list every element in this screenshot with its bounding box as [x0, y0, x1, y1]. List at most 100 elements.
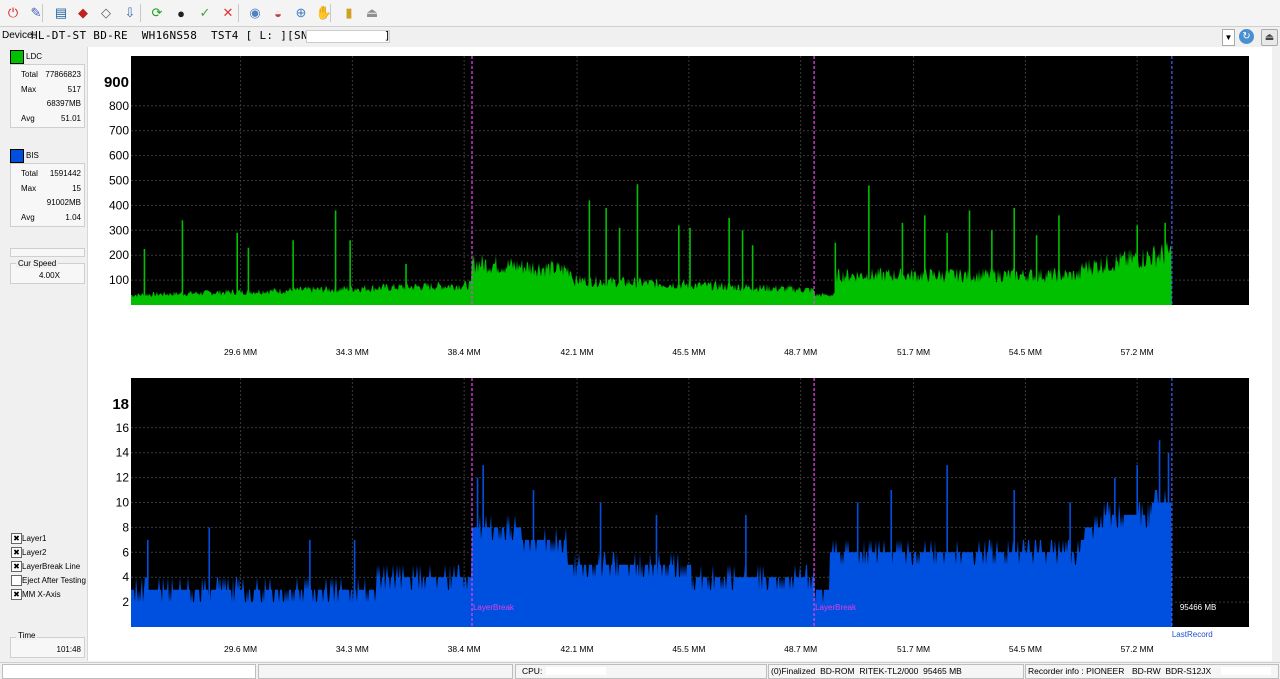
- toolbar-separator: [42, 4, 43, 22]
- y-tick-label: 2: [122, 595, 129, 609]
- bis-stat-key: Avg: [21, 212, 35, 222]
- save-image-icon[interactable]: ◒: [268, 3, 288, 23]
- bis-stat-key: Total: [21, 169, 38, 178]
- bis-chart: 2 4 6 8 10 12 14 16 18 LayerBreak LayerBreak 95466 …: [112, 378, 1249, 654]
- refresh-icon[interactable]: ⟳: [147, 3, 167, 23]
- ldc-stat-row: 68397MB: [11, 97, 84, 111]
- x-tick-label: 34.3 MM: [336, 644, 369, 654]
- option-checkbox[interactable]: ✖: [11, 533, 22, 544]
- disc-info: (0)Finalized BD-ROM RITEK-TL2/000 95465 …: [771, 666, 962, 676]
- compare-icon[interactable]: ⊕: [291, 3, 311, 23]
- last-record-label: LastRecord: [1172, 630, 1213, 639]
- option-label: Layer2: [22, 548, 47, 557]
- ldc-stat-value: 68397MB: [46, 99, 81, 108]
- y-tick-label: 12: [116, 471, 130, 485]
- y-tick-label: 700: [109, 124, 129, 138]
- eject-drive-icon[interactable]: ⏏: [1261, 29, 1278, 46]
- eject-icon[interactable]: ⏏: [362, 3, 382, 23]
- toolbar-separator: [330, 4, 331, 22]
- bis-stat-row: Total 1591442: [11, 167, 84, 181]
- y-tick-label: 6: [122, 545, 129, 559]
- x-tick-label: 57.2 MM: [1121, 644, 1154, 654]
- burn-icon[interactable]: ◇: [96, 3, 116, 23]
- ldc-stat-value: 51.01: [60, 113, 81, 123]
- cpu-field: CPU:: [515, 664, 767, 679]
- layer-break-label: LayerBreak: [473, 603, 515, 612]
- ldc-stat-row: Max 517: [11, 83, 84, 97]
- y-tick-label: 100: [109, 273, 129, 287]
- ldc-stat-row: Avg 51.01: [11, 112, 84, 126]
- option-checkbox[interactable]: ✖: [11, 547, 22, 558]
- x-tick-label: 48.7 MM: [784, 644, 817, 654]
- verify-icon[interactable]: ✓: [195, 3, 215, 23]
- stop-icon[interactable]: ✕: [218, 3, 238, 23]
- option-label: Eject After Testing: [22, 576, 86, 585]
- option-checkbox[interactable]: [11, 575, 22, 586]
- erase-icon[interactable]: ◆: [73, 3, 93, 23]
- y-tick-label: 800: [109, 99, 129, 113]
- ldc-legend-swatch: [10, 50, 24, 64]
- chart-area: 100 200 300 400 500 600 700 800 900 29.6 MM 34.3 M…: [88, 47, 1272, 661]
- bis-stat-key: Max: [21, 183, 37, 193]
- y-tick-label: 500: [109, 174, 129, 188]
- ldc-stat-row: Total 77866823: [11, 68, 84, 82]
- cpu-meter: [546, 667, 606, 675]
- option-checkbox[interactable]: ✖: [11, 561, 22, 572]
- option-checkbox[interactable]: ✖: [11, 589, 22, 600]
- time-label: Time: [16, 631, 38, 640]
- x-tick-label: 51.7 MM: [897, 347, 930, 357]
- recorder-label: Recorder info : PIONEER: [1028, 666, 1125, 676]
- speed-panel: Cur Speed 4.00X: [10, 259, 85, 284]
- bis-legend-label: BIS: [26, 151, 39, 160]
- device-name[interactable]: HL-DT-ST BD-RE WH16NS58 TST4 [ L: ][SN:: [31, 29, 315, 42]
- option-label: Layer1: [22, 534, 47, 543]
- progress-bar: [10, 248, 85, 257]
- ldc-stats-panel: Total 77866823 Max 517 68397MB Avg 51.01: [10, 64, 85, 128]
- layer-break-label: LayerBreak: [815, 603, 857, 612]
- x-tick-label: 57.2 MM: [1121, 347, 1154, 357]
- y-tick-label: 600: [109, 149, 129, 163]
- recorder-info-field: Recorder info : PIONEER BD-RW BDR-S12JX: [1025, 664, 1279, 679]
- chart-icon[interactable]: ▮: [339, 3, 359, 23]
- x-tick-label: 42.1 MM: [561, 347, 594, 357]
- toolbar-separator: [140, 4, 141, 22]
- x-tick-label: 48.7 MM: [784, 347, 817, 357]
- device-dropdown-chevron-icon[interactable]: ▼: [1222, 29, 1235, 46]
- disc-info-field: (0)Finalized BD-ROM RITEK-TL2/000 95465 …: [768, 664, 1024, 679]
- status-field-1: [2, 664, 256, 679]
- x-tick-label: 54.5 MM: [1009, 644, 1042, 654]
- drive-icon[interactable]: ▤: [51, 3, 71, 23]
- ldc-legend-label: LDC: [26, 52, 43, 61]
- power-icon[interactable]: ⏻: [3, 3, 23, 23]
- bis-stat-value: 1591442: [49, 169, 81, 178]
- bis-stat-row: 91002MB: [11, 196, 84, 210]
- recorder-meter: [1221, 667, 1271, 675]
- cpu-label: CPU:: [522, 666, 543, 676]
- bis-legend-swatch: [10, 149, 24, 163]
- scan-icon[interactable]: ●: [171, 3, 191, 23]
- option-label: MM X-Axis: [22, 590, 61, 599]
- refresh-drive-icon[interactable]: ↻: [1239, 29, 1254, 44]
- bis-stat-value: 91002MB: [46, 198, 81, 207]
- option-label: LayerBreak Line: [22, 562, 81, 571]
- y-max-label: 900: [104, 74, 129, 91]
- toolbar-separator: [238, 4, 239, 22]
- sidebar: LDC Total 77866823 Max 517 68397MB Avg 51.01 B…: [7, 47, 88, 661]
- x-tick-label: 54.5 MM: [1009, 347, 1042, 357]
- time-panel: Time 101:48: [10, 631, 85, 658]
- y-tick-label: 300: [109, 223, 129, 237]
- x-tick-label: 38.4 MM: [448, 644, 481, 654]
- copy-icon[interactable]: ⇩: [120, 3, 140, 23]
- disc-info-icon[interactable]: ✎: [26, 3, 46, 23]
- save-icon[interactable]: ◉: [245, 3, 265, 23]
- x-tick-label: 45.5 MM: [672, 347, 705, 357]
- settings-icon[interactable]: ✋: [314, 3, 334, 23]
- ldc-stat-value: 77866823: [45, 70, 81, 79]
- ldc-stat-key: Max: [21, 84, 37, 94]
- serial-number-field: [306, 30, 390, 43]
- x-tick-label: 42.1 MM: [561, 644, 594, 654]
- bis-stat-value: 15: [72, 183, 81, 193]
- y-tick-label: 10: [116, 496, 130, 510]
- recorder-model: BD-RW BDR-S12JX: [1132, 666, 1212, 676]
- x-tick-label: 45.5 MM: [672, 644, 705, 654]
